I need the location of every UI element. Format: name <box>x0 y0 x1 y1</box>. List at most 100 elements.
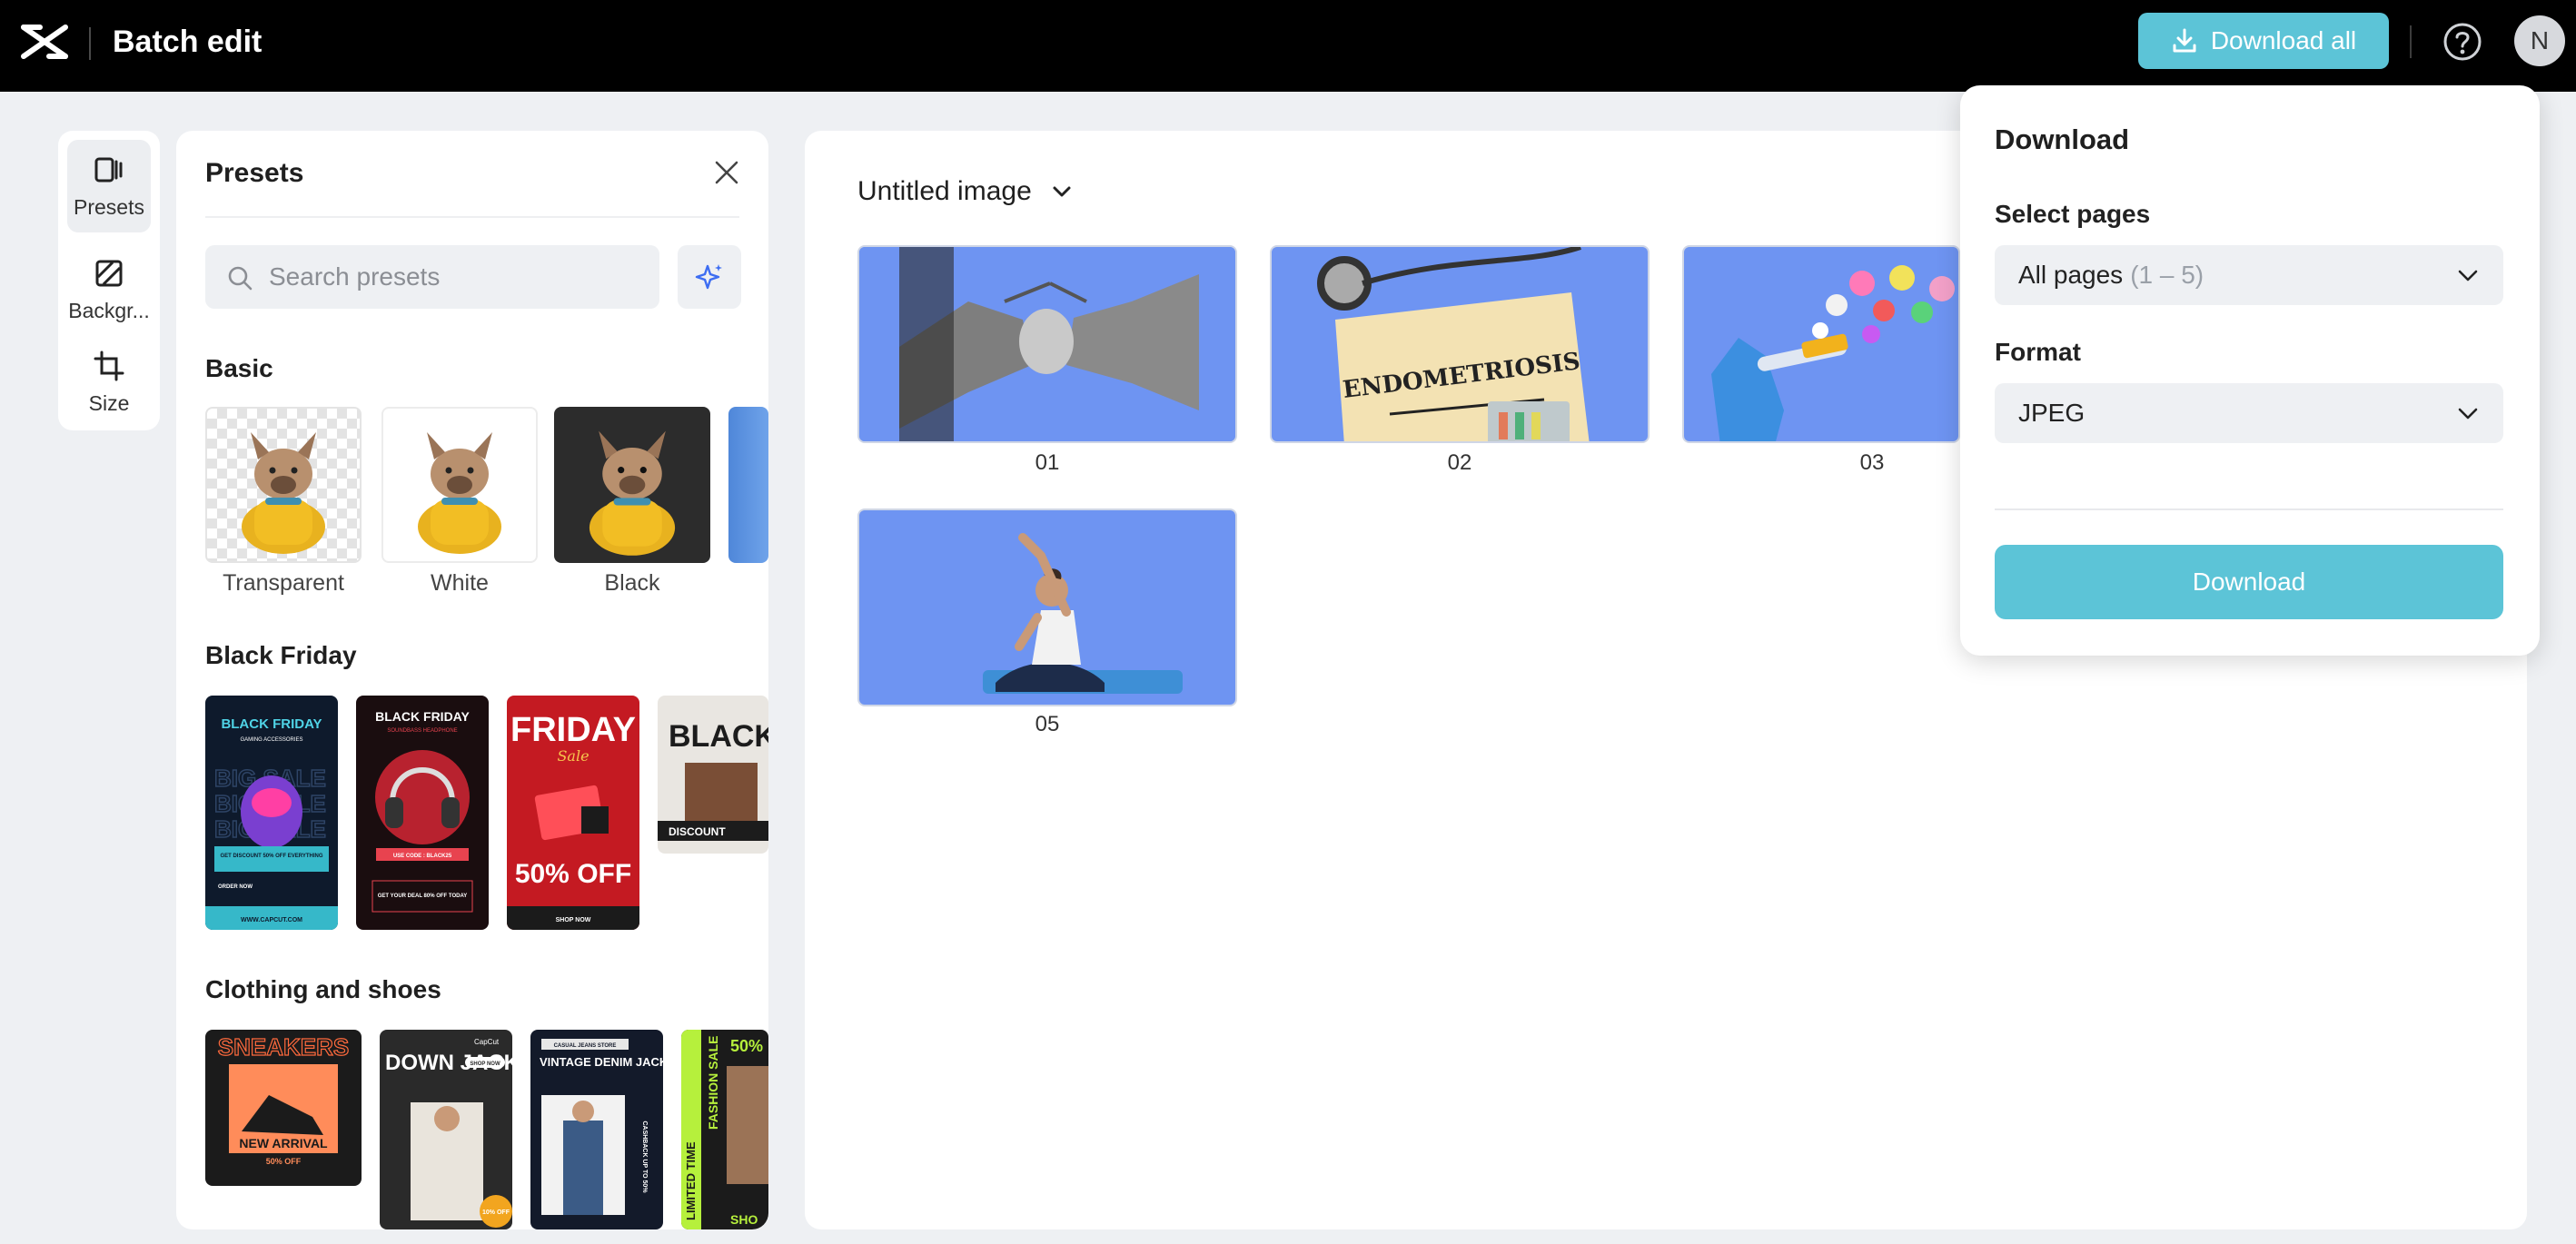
section-title-basic: Basic <box>205 354 273 382</box>
document-title-dropdown[interactable]: Untitled image <box>857 176 1072 207</box>
template-sub: 50% OFF <box>266 1157 302 1166</box>
page-thumbnail-02[interactable]: ENDOMETRIOSIS <box>1270 245 1650 443</box>
presets-icon <box>94 157 123 182</box>
download-all-label: Download all <box>2210 26 2357 54</box>
top-bar: Batch edit Download all N <box>0 0 2576 92</box>
rail-item-presets[interactable]: Presets <box>67 140 151 232</box>
preset-black[interactable] <box>554 407 710 563</box>
template-promo: GET DISCOUNT 50% OFF EVERYTHING <box>220 854 322 859</box>
template-cta: ORDER NOW <box>218 884 253 890</box>
preset-white[interactable] <box>381 407 538 563</box>
select-pages-label: Select pages <box>1995 200 2151 228</box>
header-divider <box>2410 25 2412 58</box>
crop-icon <box>94 350 124 380</box>
select-pages-value: All pages <box>2018 261 2124 289</box>
template-cta: GET YOUR DEAL 80% OFF TODAY <box>378 894 467 899</box>
select-pages-dropdown[interactable]: All pages (1 – 5) <box>1995 245 2503 305</box>
template-headline: NEW ARRIVAL <box>239 1136 328 1150</box>
template-promo: 50% OFF <box>515 859 631 889</box>
template-sneakers[interactable]: SNEAKERS NEW ARRIVAL 50% OFF <box>205 1030 362 1186</box>
select-pages-range: (1 – 5) <box>2130 261 2204 289</box>
presets-title: Presets <box>205 158 304 188</box>
download-icon <box>2173 28 2196 53</box>
template-artwork: SNEAKERS NEW ARRIVAL 50% OFF <box>217 1032 350 1166</box>
template-sub: GAMING ACCESSORIES <box>240 737 302 743</box>
template-headline: BLACK FRIDAY <box>221 716 322 732</box>
format-label: Format <box>1995 338 2081 366</box>
ai-presets-button[interactable] <box>678 245 741 309</box>
template-fashion-sale-partial[interactable]: LIMITED TIME FASHION SALE 50% SHO <box>681 1030 768 1229</box>
template-headline: FRIDAY <box>510 711 636 749</box>
chevron-down-icon <box>1053 186 1071 197</box>
template-cta: SHOP NOW <box>556 917 591 923</box>
template-promo: 10% OFF <box>482 1209 510 1216</box>
panel-divider <box>1995 508 2503 510</box>
search-input[interactable] <box>269 245 650 309</box>
dog-image <box>242 432 325 554</box>
rail-item-background[interactable]: Backgr... <box>67 243 151 336</box>
header-divider <box>89 27 91 60</box>
close-icon[interactable] <box>714 160 739 185</box>
page-artwork <box>983 533 1183 694</box>
section-title-black-friday: Black Friday <box>205 641 357 669</box>
page-artwork <box>859 247 1235 441</box>
capcut-logo-icon[interactable] <box>20 22 69 62</box>
download-panel-title: Download <box>1995 123 2130 155</box>
template-promo: CASHBACK UP TO 50% <box>641 1121 648 1193</box>
format-value: JPEG <box>2018 399 2086 427</box>
template-bg-text: SNEAKERS <box>218 1033 349 1061</box>
app-title: Batch edit <box>113 25 263 59</box>
preset-label: Transparent <box>223 570 344 596</box>
background-icon <box>95 260 123 286</box>
template-friday-sale[interactable]: FRIDAY Sale 50% OFF SHOP NOW <box>507 696 639 930</box>
panel-divider <box>205 216 739 218</box>
page-number: 05 <box>1035 712 1060 736</box>
template-artwork: BLACK FRIDAY GAMING ACCESSORIES BIG SALE… <box>205 716 338 930</box>
sparkle-icon <box>695 264 722 290</box>
template-vintage-denim[interactable]: CASUAL JEANS STORE VINTAGE DENIM JACKET … <box>530 1030 663 1229</box>
dog-image <box>418 432 501 554</box>
format-dropdown[interactable]: JPEG <box>1995 383 2503 443</box>
template-black-friday-partial[interactable]: BLACK F DISCOUNT <box>658 696 768 854</box>
document-title: Untitled image <box>857 176 1032 206</box>
page-thumbnail-03[interactable] <box>1682 245 1960 443</box>
template-cta: DISCOUNT <box>669 825 726 838</box>
presets-panel: Presets Basic <box>176 131 768 1229</box>
page-number: 02 <box>1447 450 1472 475</box>
page-thumbnail-05[interactable] <box>857 508 1237 706</box>
chevron-down-icon <box>2458 270 2478 281</box>
page-thumbnail-01[interactable] <box>857 245 1237 443</box>
help-icon[interactable] <box>2442 22 2482 62</box>
section-title-clothing: Clothing and shoes <box>205 975 441 1003</box>
template-headline: BLACK FRIDAY <box>375 709 470 724</box>
preset-transparent[interactable] <box>205 407 362 563</box>
search-box[interactable] <box>205 245 659 309</box>
tool-rail: Presets Backgr... Size <box>58 131 160 430</box>
page-artwork <box>1711 265 1955 441</box>
preset-label: White <box>431 570 489 596</box>
preset-gradient-partial[interactable] <box>728 407 768 563</box>
template-headline: VINTAGE DENIM JACKET <box>540 1055 663 1069</box>
download-panel: Download Select pages All pages (1 – 5) … <box>1960 85 2540 656</box>
user-avatar[interactable]: N <box>2514 15 2565 66</box>
rail-label: Backgr... <box>68 298 150 322</box>
rail-item-size[interactable]: Size <box>67 336 151 429</box>
template-sub: SHOP NOW <box>470 1061 500 1067</box>
template-black-friday-gaming[interactable]: BLACK FRIDAY GAMING ACCESSORIES BIG SALE… <box>205 696 338 930</box>
template-headline: FASHION SALE <box>706 1036 720 1130</box>
download-all-button[interactable]: Download all <box>2138 13 2389 69</box>
template-artwork: FRIDAY Sale 50% OFF SHOP NOW <box>507 711 639 930</box>
template-sub: LIMITED TIME <box>684 1141 698 1220</box>
template-down-jacket[interactable]: CapCut DOWN JACKET SHOP NOW 10% OFF <box>380 1030 512 1229</box>
template-brand: CapCut <box>474 1038 500 1046</box>
template-black-friday-headphone[interactable]: BLACK FRIDAY SOUNDBASS HEADPHONE USE COD… <box>356 696 489 930</box>
template-headline: BLACK F <box>669 719 768 754</box>
template-footer: WWW.CAPCUT.COM <box>241 917 302 923</box>
template-sub: SOUNDBASS HEADPHONE <box>387 728 457 734</box>
template-promo: 50% <box>730 1037 763 1055</box>
rail-label: Size <box>88 390 130 415</box>
template-sub: Sale <box>557 747 589 765</box>
download-button[interactable]: Download <box>1995 545 2503 619</box>
dog-image <box>589 430 676 556</box>
template-promo: USE CODE : BLACK25 <box>393 854 452 859</box>
